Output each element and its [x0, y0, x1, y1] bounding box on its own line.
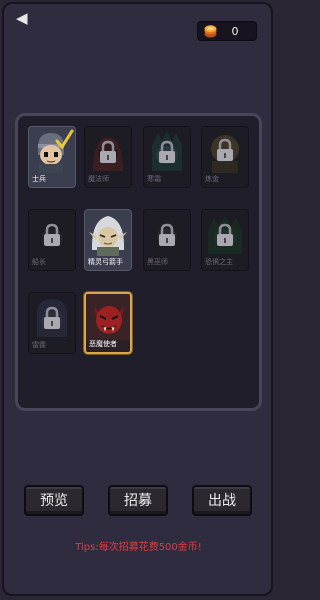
back-arrow-icon[interactable]: ◀	[16, 9, 34, 27]
hero-name: 炼金	[205, 175, 219, 183]
hero-name: 魔法师	[88, 175, 109, 183]
preview-button[interactable]: 预览	[24, 485, 84, 516]
dread-lord-silhouette	[208, 216, 242, 254]
hero-card-soldier[interactable]: 士兵	[28, 126, 76, 188]
hero-name: 雷霆	[32, 341, 46, 349]
hero-name: 黑巫师	[147, 258, 168, 266]
hero-card-dark-wizard[interactable]: 黑巫师	[143, 209, 191, 271]
hero-name: 精灵弓箭手	[88, 258, 123, 266]
tips-text: Tips:每次招募花费500金币!	[75, 542, 202, 553]
thunder-silhouette	[37, 299, 67, 337]
hero-card-frost[interactable]: 寒霜	[143, 126, 191, 188]
hero-name: 士兵	[32, 175, 46, 183]
mage-silhouette	[93, 137, 123, 171]
hero-card-mage[interactable]: 魔法师	[84, 126, 132, 188]
hero-card-elf-archer[interactable]: 精灵弓箭手	[84, 209, 132, 271]
hero-card-alchemy[interactable]: 炼金	[201, 126, 249, 188]
hero-name: 恐惧之主	[205, 258, 233, 266]
coin-counter: 0	[197, 21, 257, 41]
coin-count: 0	[231, 25, 239, 38]
hero-card-dread-lord[interactable]: 恐惧之主	[201, 209, 249, 271]
hero-name: 船长	[32, 258, 46, 266]
hero-name: 恶魔使者	[89, 340, 117, 348]
recruit-button[interactable]: 招募	[108, 485, 168, 516]
hero-name: 寒霜	[147, 175, 161, 183]
demon-envoy-portrait	[86, 294, 130, 340]
frost-silhouette	[152, 131, 182, 171]
hero-card-thunder[interactable]: 雷霆	[28, 292, 76, 354]
gold-coin-icon	[204, 25, 217, 38]
hero-card-captain[interactable]: 船长	[28, 209, 76, 271]
battle-button[interactable]: 出战	[192, 485, 252, 516]
soldier-portrait	[38, 129, 74, 173]
dark-wizard-silhouette	[150, 218, 184, 254]
hero-card-demon-envoy[interactable]: 恶魔使者	[84, 292, 132, 354]
elf-archer-portrait	[89, 216, 127, 256]
alchemy-silhouette	[211, 135, 239, 173]
hero-grid: 士兵 魔法师 寒霜 炼金 船长 精灵弓箭手 黑巫师 恐惧之主 雷霆 恶魔使者	[15, 113, 262, 411]
captain-silhouette	[34, 220, 70, 248]
